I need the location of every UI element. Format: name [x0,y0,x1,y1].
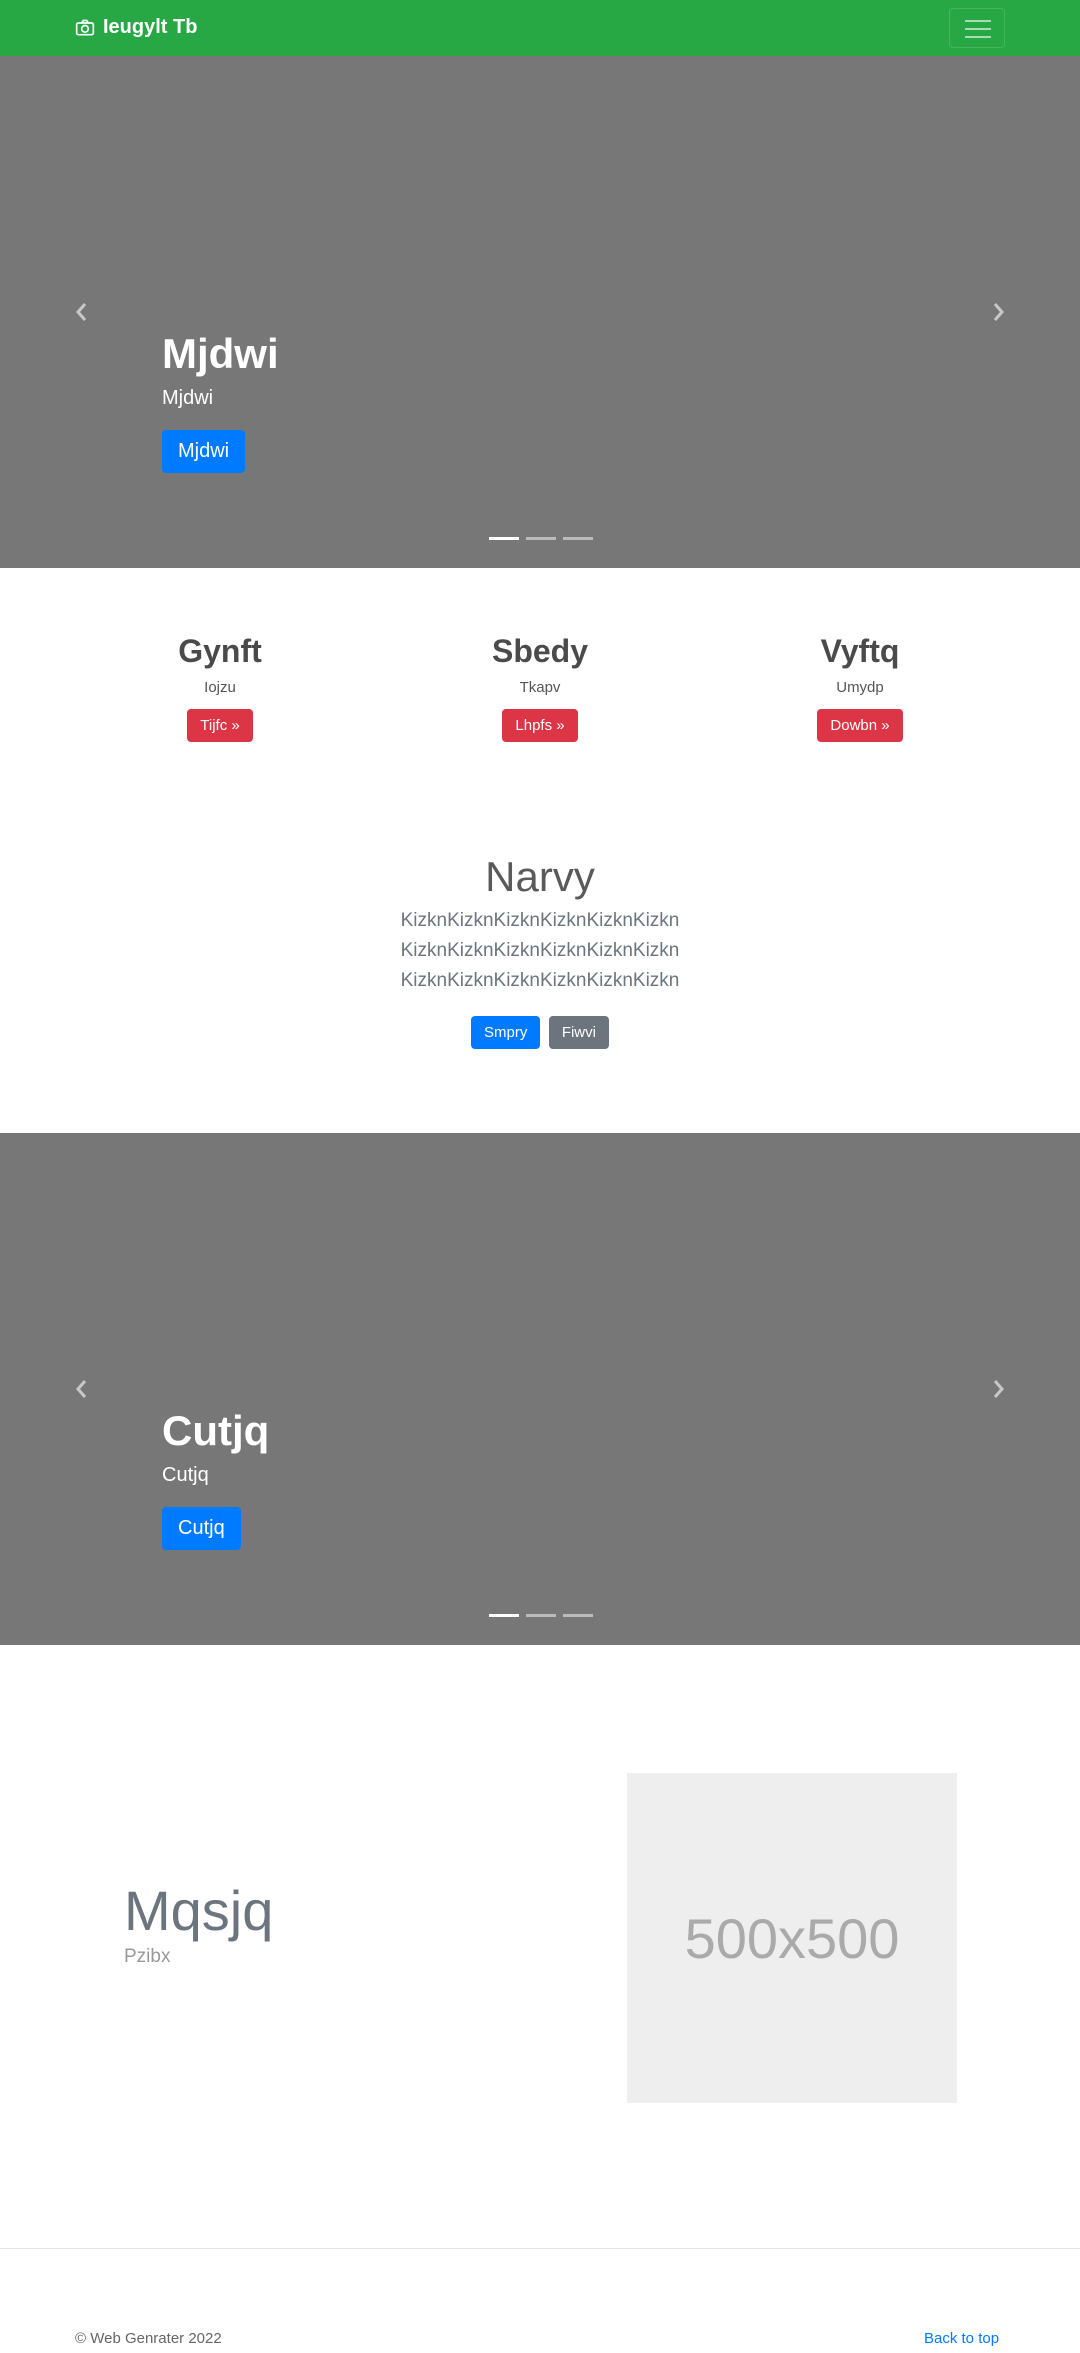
back-to-top-link[interactable]: Back to top [924,2330,999,2347]
carousel-indicator-3[interactable] [563,537,593,540]
feature-button[interactable]: Dowbn » [817,709,903,743]
chevron-left-icon [76,303,87,321]
camera-icon [75,19,95,35]
footer-divider [0,2248,1080,2249]
feature-title: Sbedy [491,633,589,669]
carousel-indicator-1[interactable] [489,537,519,540]
chevron-right-icon [993,1380,1004,1398]
carousel-text: Cutjq [162,1464,209,1487]
feature-text: Tkapv [519,679,561,697]
navbar-brand[interactable]: Ieugylt Tb [75,16,197,39]
carousel-indicator-1[interactable] [489,1614,519,1617]
carousel-indicators [489,537,600,540]
jumbotron-section: Narvy KizknKizknKizknKizknKizknKizkn Kiz… [0,852,1080,1050]
carousel-cta-button[interactable]: Cutjq [162,1507,241,1551]
carousel-prev-button[interactable] [70,298,94,326]
carousel-indicator-3[interactable] [563,1614,593,1617]
carousel-prev-button[interactable] [70,1375,94,1403]
carousel-indicator-2[interactable] [526,1614,556,1617]
jumbotron-title: Narvy [485,853,595,900]
carousel-indicator-2[interactable] [526,537,556,540]
feature-text: Umydp [836,679,884,697]
feature-button[interactable]: Lhpfs » [502,709,578,743]
carousel-text: Mjdwi [162,387,214,410]
carousel-next-button[interactable] [986,298,1010,326]
feature-title: Vyftq [820,633,900,669]
jumbotron-primary-button[interactable]: Smpry [471,1016,541,1050]
navbar-toggler-button[interactable] [949,8,1005,48]
featurette-text: Mqsjq Pzibx [124,1880,273,1968]
carousel-caption: Cutjq Cutjq Cutjq [162,1406,270,1551]
carousel-title: Cutjq [162,1407,270,1454]
chevron-right-icon [993,303,1004,321]
placeholder-label: 500x500 [684,1906,900,1970]
hamburger-icon [965,20,991,38]
footer-copyright: © Web Genrater 2022 [75,2330,222,2347]
featurette-lead: Pzibx [124,1945,171,1967]
jumbotron-secondary-button[interactable]: Fiwvi [548,1016,609,1050]
navbar: Ieugylt Tb [0,0,1080,56]
brand-label: Ieugylt Tb [103,16,198,38]
carousel-indicators [489,1614,600,1617]
feature-button[interactable]: Tijfc » [187,709,253,743]
carousel-title: Mjdwi [162,330,279,377]
feature-column-2: Sbedy Tkapv Lhpfs » [420,632,660,743]
carousel-cta-button[interactable]: Mjdwi [162,430,246,474]
feature-column-1: Gynft Iojzu Tijfc » [100,632,340,743]
jumbotron-lead: KizknKizknKizknKizknKizknKizkn KizknKizk… [400,910,680,992]
carousel-caption: Mjdwi Mjdwi Mjdwi [162,329,279,474]
feature-column-3: Vyftq Umydp Dowbn » [740,632,980,743]
feature-title: Gynft [178,633,262,669]
second-carousel: Cutjq Cutjq Cutjq [0,1133,1080,1645]
featurette-heading: Mqsjq [124,1879,274,1942]
featurette-image-placeholder: 500x500 [627,1773,957,2103]
feature-text: Iojzu [204,679,236,697]
chevron-left-icon [76,1380,87,1398]
hero-carousel: Mjdwi Mjdwi Mjdwi [0,56,1080,568]
carousel-next-button[interactable] [986,1375,1010,1403]
